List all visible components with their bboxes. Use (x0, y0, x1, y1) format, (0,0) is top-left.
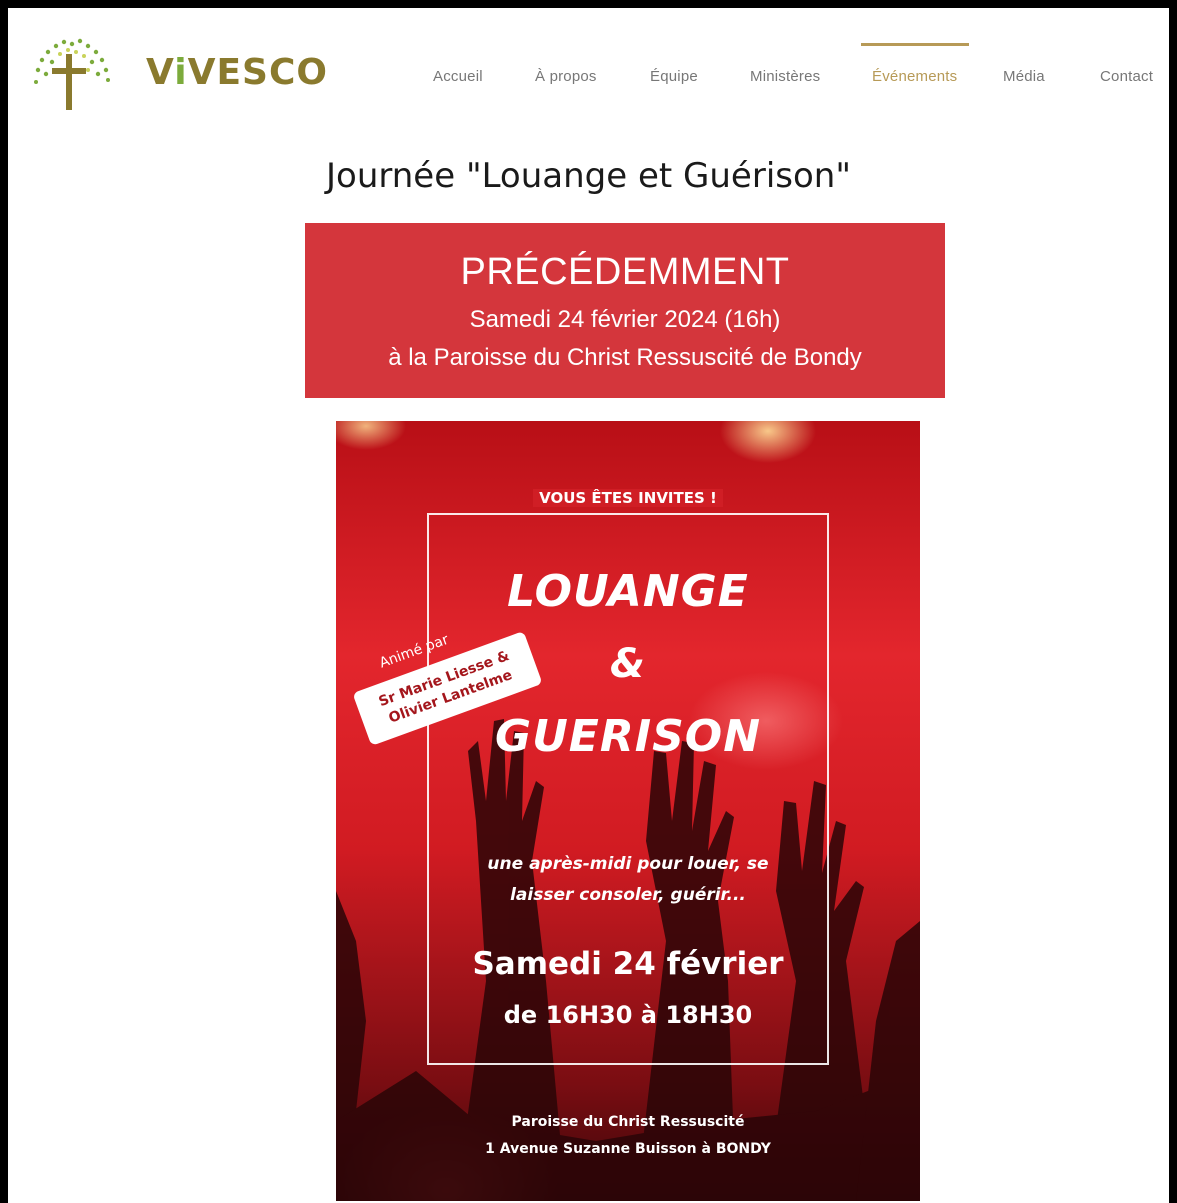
venue-line-1: Paroisse du Christ Ressuscité (511, 1114, 745, 1130)
nav-item-evenements[interactable]: Événements (872, 68, 957, 85)
page: ViVESCO Accueil À propos Équipe Ministèr… (8, 8, 1169, 1203)
site-logo[interactable]: ViVESCO (26, 32, 328, 122)
nav-item-accueil[interactable]: Accueil (433, 68, 483, 85)
page-title: Journée "Louange et Guérison" (326, 156, 851, 196)
event-status-banner: PRÉCÉDEMMENT Samedi 24 février 2024 (16h… (305, 223, 945, 398)
poster-hours: de 16H30 à 18H30 (503, 1001, 753, 1029)
logo-tree-icon (34, 38, 110, 110)
nav-item-a-propos[interactable]: À propos (535, 68, 597, 85)
poster-invite: VOUS ÊTES INVITES ! (336, 489, 920, 507)
event-place: à la Paroisse du Christ Ressuscité de Bo… (388, 344, 862, 371)
tagline-line-2: laisser consoler, guérir... (510, 885, 746, 905)
nav-item-media[interactable]: Média (1003, 68, 1045, 85)
poster-title-line1: LOUANGE (507, 566, 749, 617)
poster-date: Samedi 24 février (472, 946, 784, 982)
event-date: Samedi 24 février 2024 (16h) (469, 306, 781, 333)
nav-item-ministeres[interactable]: Ministères (750, 68, 820, 85)
nav-item-equipe[interactable]: Équipe (650, 68, 698, 85)
tagline-line-1: une après-midi pour louer, se (487, 854, 769, 874)
nav-active-indicator (861, 43, 969, 46)
event-poster[interactable]: VOUS ÊTES INVITES ! LOUANGE & GUERISON A… (336, 421, 920, 1201)
nav-item-contact[interactable]: Contact (1100, 68, 1153, 85)
brand-name: ViVESCO (146, 52, 328, 93)
venue-line-2: 1 Avenue Suzanne Buisson à BONDY (485, 1141, 771, 1157)
poster-tagline: une après-midi pour louer, se laisser co… (336, 849, 920, 911)
poster-venue: Paroisse du Christ Ressuscité 1 Avenue S… (336, 1109, 920, 1163)
event-status: PRÉCÉDEMMENT (460, 251, 790, 293)
